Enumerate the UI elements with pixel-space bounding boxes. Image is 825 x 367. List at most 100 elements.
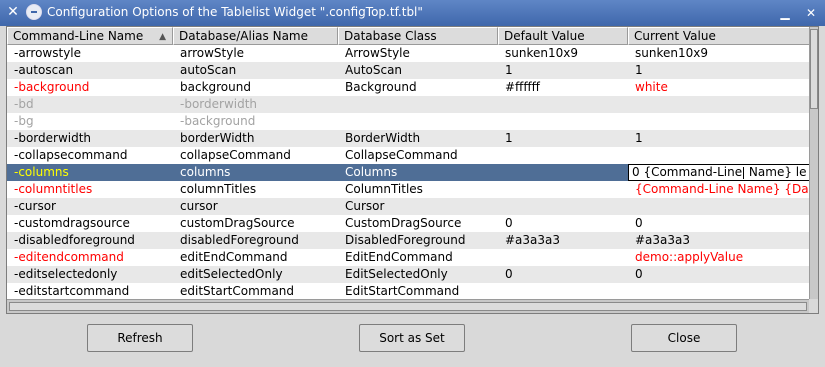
table-row[interactable]: -editselectedonly editSelectedOnly EditSel…: [7, 266, 810, 283]
table-cell[interactable]: [498, 147, 628, 164]
table-cell[interactable]: CustomDragSource: [338, 215, 498, 232]
table-cell[interactable]: columnTitles: [173, 181, 338, 198]
table-cell[interactable]: -borderwidth: [7, 130, 173, 147]
table-cell[interactable]: [628, 283, 810, 299]
table-cell[interactable]: 0: [628, 266, 810, 283]
table-cell[interactable]: Columns: [338, 164, 498, 181]
table-cell[interactable]: [498, 164, 628, 181]
table-cell[interactable]: [628, 113, 810, 130]
table-cell[interactable]: collapseCommand: [173, 147, 338, 164]
table-cell[interactable]: BorderWidth: [338, 130, 498, 147]
table-row[interactable]: -columntitles columnTitles ColumnTitles {Co…: [7, 181, 810, 198]
table-cell[interactable]: -borderwidth: [173, 96, 338, 113]
column-header[interactable]: Default Value: [498, 27, 628, 45]
vertical-scroll-thumb[interactable]: [810, 29, 818, 109]
table-row[interactable]: -columns columns Columns 0 {Command-Line Na…: [7, 164, 810, 181]
table-cell[interactable]: -collapsecommand: [7, 147, 173, 164]
column-header[interactable]: Database Class: [338, 27, 498, 45]
sort-as-set-button[interactable]: Sort as Set: [359, 324, 465, 352]
table-cell[interactable]: editStartCommand: [173, 283, 338, 299]
table-cell[interactable]: 1: [628, 130, 810, 147]
table-row[interactable]: -collapsecommand collapseCommand CollapseC…: [7, 147, 810, 164]
table-cell[interactable]: white: [628, 79, 810, 96]
table-cell[interactable]: [628, 198, 810, 215]
table-cell[interactable]: [338, 96, 498, 113]
table-cell[interactable]: -cursor: [7, 198, 173, 215]
table-cell[interactable]: [498, 181, 628, 198]
cell-editor[interactable]: 0 {Command-Line Name} le: [628, 164, 810, 181]
table-cell[interactable]: AutoScan: [338, 62, 498, 79]
table-cell[interactable]: -disabledforeground: [7, 232, 173, 249]
table-cell[interactable]: disabledForeground: [173, 232, 338, 249]
horizontal-scroll-thumb[interactable]: [9, 302, 807, 311]
table-cell[interactable]: -editendcommand: [7, 249, 173, 266]
table-cell[interactable]: 1: [498, 62, 628, 79]
table-row[interactable]: -borderwidth borderWidth BorderWidth 1 1: [7, 130, 810, 147]
options-table[interactable]: Command-Line Name ▲ Database/Alias Name Dat…: [6, 26, 819, 314]
table-cell[interactable]: -background: [7, 79, 173, 96]
table-cell[interactable]: 0: [498, 215, 628, 232]
table-cell[interactable]: [628, 96, 810, 113]
table-cell[interactable]: -bd: [7, 96, 173, 113]
table-cell[interactable]: sunken10x9: [498, 45, 628, 62]
table-cell[interactable]: EditSelectedOnly: [338, 266, 498, 283]
table-cell[interactable]: 0: [628, 215, 810, 232]
table-cell[interactable]: 1: [498, 130, 628, 147]
table-row[interactable]: -bd -borderwidth: [7, 96, 810, 113]
table-cell[interactable]: [498, 249, 628, 266]
table-cell[interactable]: EditStartCommand: [338, 283, 498, 299]
table-row[interactable]: -editstartcommand editStartCommand EditSta…: [7, 283, 810, 299]
table-row[interactable]: -customdragsource customDragSource CustomD…: [7, 215, 810, 232]
table-cell[interactable]: background: [173, 79, 338, 96]
table-cell[interactable]: -background: [173, 113, 338, 130]
table-row[interactable]: -arrowstyle arrowStyle ArrowStyle sunken10x…: [7, 45, 810, 62]
table-cell[interactable]: #a3a3a3: [498, 232, 628, 249]
table-cell[interactable]: EditEndCommand: [338, 249, 498, 266]
table-cell[interactable]: [338, 113, 498, 130]
table-cell[interactable]: sunken10x9: [628, 45, 810, 62]
table-cell[interactable]: Cursor: [338, 198, 498, 215]
table-cell[interactable]: 1: [628, 62, 810, 79]
table-cell[interactable]: -editselectedonly: [7, 266, 173, 283]
table-cell[interactable]: #ffffff: [498, 79, 628, 96]
horizontal-scrollbar[interactable]: [7, 299, 810, 313]
table-cell[interactable]: -customdragsource: [7, 215, 173, 232]
table-cell[interactable]: -columntitles: [7, 181, 173, 198]
column-header[interactable]: Current Value: [628, 27, 810, 45]
table-row[interactable]: -disabledforeground disabledForeground Dis…: [7, 232, 810, 249]
table-cell[interactable]: -columns: [7, 164, 173, 181]
table-cell[interactable]: arrowStyle: [173, 45, 338, 62]
table-cell[interactable]: -autoscan: [7, 62, 173, 79]
app-x-icon[interactable]: ✕: [5, 4, 21, 20]
table-cell[interactable]: ArrowStyle: [338, 45, 498, 62]
table-row[interactable]: -bg -background: [7, 113, 810, 130]
table-cell[interactable]: [498, 283, 628, 299]
table-cell[interactable]: -editstartcommand: [7, 283, 173, 299]
window-menu-icon[interactable]: [26, 4, 42, 20]
table-cell[interactable]: cursor: [173, 198, 338, 215]
table-cell[interactable]: 0: [498, 266, 628, 283]
table-row[interactable]: -editendcommand editEndCommand EditEndComm…: [7, 249, 810, 266]
close-button[interactable]: Close: [631, 324, 737, 352]
close-window-icon[interactable]: ✕: [802, 4, 820, 22]
table-cell[interactable]: -arrowstyle: [7, 45, 173, 62]
table-cell[interactable]: #a3a3a3: [628, 232, 810, 249]
minimize-icon[interactable]: ▁: [776, 4, 794, 22]
table-cell[interactable]: [628, 147, 810, 164]
table-cell[interactable]: columns: [173, 164, 338, 181]
vertical-scrollbar[interactable]: [809, 27, 818, 299]
table-cell[interactable]: editEndCommand: [173, 249, 338, 266]
refresh-button[interactable]: Refresh: [87, 324, 193, 352]
column-header[interactable]: Database/Alias Name: [173, 27, 338, 45]
table-cell[interactable]: editSelectedOnly: [173, 266, 338, 283]
table-row[interactable]: -cursor cursor Cursor: [7, 198, 810, 215]
table-row[interactable]: -background background Background #ffffff wh…: [7, 79, 810, 96]
table-cell[interactable]: [498, 113, 628, 130]
column-header[interactable]: Command-Line Name ▲: [7, 27, 173, 45]
table-cell[interactable]: DisabledForeground: [338, 232, 498, 249]
table-cell[interactable]: ColumnTitles: [338, 181, 498, 198]
table-cell[interactable]: borderWidth: [173, 130, 338, 147]
table-cell[interactable]: CollapseCommand: [338, 147, 498, 164]
table-cell[interactable]: Background: [338, 79, 498, 96]
table-cell[interactable]: -bg: [7, 113, 173, 130]
